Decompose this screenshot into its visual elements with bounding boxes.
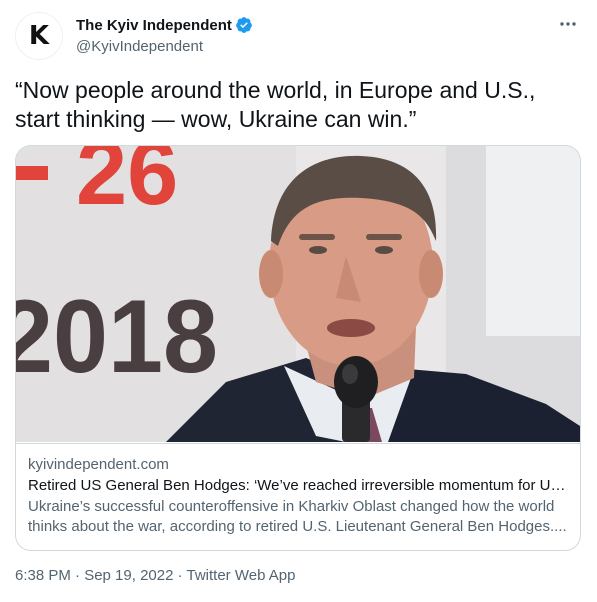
display-name[interactable]: The Kyiv Independent	[76, 17, 232, 34]
handle[interactable]: @KyivIndependent	[76, 38, 253, 55]
tweet: K The Kyiv Independent @KyivIndependent …	[0, 0, 597, 602]
backdrop-text-bottom: 2018	[16, 279, 218, 395]
more-options-button[interactable]	[556, 14, 580, 34]
avatar[interactable]: K	[15, 12, 63, 60]
backdrop-text-top: 26	[76, 146, 178, 224]
card-domain: kyivindependent.com	[28, 456, 169, 473]
tweet-timestamp[interactable]: 6:38 PM · Sep 19, 2022 · Twitter Web App	[15, 567, 295, 584]
more-options-icon	[560, 22, 576, 26]
author-names: The Kyiv Independent @KyivIndependent	[76, 15, 253, 55]
card-description: Ukraine’s successful counteroffensive in…	[28, 498, 567, 535]
card-body[interactable]: kyivindependent.com Retired US General B…	[16, 443, 580, 550]
card-photo: 26 2018	[16, 146, 580, 442]
tweet-text: “Now people around the world, in Europe …	[15, 77, 536, 132]
avatar-letter: K	[28, 21, 50, 51]
verified-badge-icon	[235, 17, 252, 33]
card-image[interactable]: 26 2018	[16, 146, 580, 442]
display-name-row: The Kyiv Independent	[76, 15, 253, 35]
tweet-header: K The Kyiv Independent @KyivIndependent	[15, 12, 582, 60]
card-title: Retired US General Ben Hodges: ‘We’ve re…	[28, 477, 568, 494]
link-card[interactable]: 26 2018 kyivindependent.com Retired US G…	[15, 145, 581, 551]
